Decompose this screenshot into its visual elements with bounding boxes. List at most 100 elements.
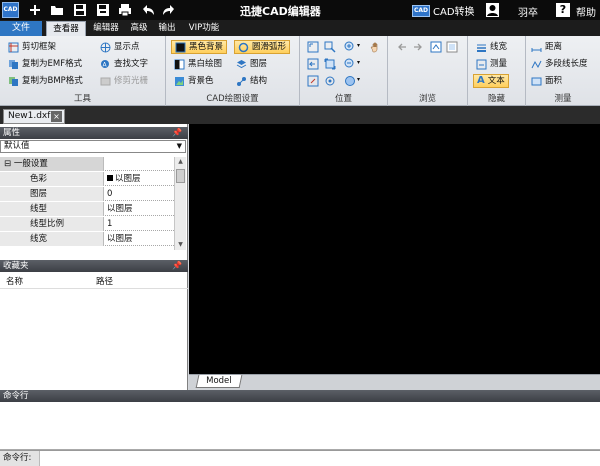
refresh-icon[interactable] — [430, 41, 442, 53]
save-icon[interactable] — [73, 3, 87, 17]
property-row[interactable]: 线宽 以图层 — [0, 232, 174, 246]
black-white-drawing-button[interactable]: 黑白绘图 — [174, 57, 222, 71]
print-icon[interactable] — [118, 3, 132, 17]
polyline-length-label: 多段线长度 — [545, 59, 588, 69]
tab-advanced[interactable]: 高级 — [126, 21, 152, 36]
zoom-window-icon[interactable] — [324, 41, 336, 53]
area-button[interactable]: 面积 — [531, 74, 562, 88]
properties-dropdown[interactable]: 默认值 ▼ — [0, 140, 186, 153]
new-file-icon[interactable] — [28, 3, 42, 17]
property-row[interactable]: 图层 0 — [0, 187, 174, 201]
fit-window-icon[interactable] — [307, 41, 319, 53]
text-toggle-button[interactable]: A 文本 — [473, 74, 509, 88]
collapse-icon[interactable]: ⊟ — [4, 159, 11, 169]
property-key: 色彩 — [0, 172, 104, 186]
back-arrow-icon[interactable] — [396, 41, 408, 53]
background-color-button[interactable]: 背景色 — [174, 74, 214, 88]
black-background-button[interactable]: 黑色背景 — [171, 40, 228, 54]
hide-group-label: 隐藏 — [487, 94, 505, 104]
property-value[interactable]: 以图层 — [105, 172, 141, 186]
property-group-row[interactable]: ⊟ 一般设置 — [0, 157, 174, 171]
save-as-icon[interactable] — [96, 3, 110, 17]
undo-icon[interactable] — [141, 3, 155, 17]
properties-panel-header: 属性 📌 — [0, 127, 188, 139]
scrollbar-thumb[interactable] — [176, 169, 185, 183]
scroll-down-icon[interactable]: ▼ — [175, 240, 186, 250]
3d-view-icon[interactable] — [344, 75, 356, 87]
property-value[interactable]: 0 — [105, 187, 112, 201]
property-value[interactable]: 1 — [105, 217, 112, 231]
distance-button[interactable]: 距离 — [531, 40, 562, 54]
zoom-in-dropdown-icon[interactable]: ▾ — [357, 42, 369, 54]
black-background-icon — [175, 42, 186, 52]
username[interactable]: 羽卒 — [518, 4, 538, 19]
forward-arrow-icon[interactable] — [412, 41, 424, 53]
structure-button[interactable]: 结构 — [236, 74, 267, 88]
command-input[interactable] — [42, 452, 597, 465]
orbit-icon[interactable] — [324, 75, 336, 87]
zoom-out-icon[interactable] — [344, 58, 356, 70]
close-tab-icon[interactable]: × — [51, 111, 62, 122]
zoom-in-icon[interactable] — [344, 41, 356, 53]
previous-view-icon[interactable] — [307, 58, 319, 70]
favorites-pin-icon[interactable]: 📌 — [172, 260, 182, 272]
property-row[interactable]: 色彩 以图层 — [0, 172, 174, 186]
tab-viewer[interactable]: 查看器 — [46, 21, 86, 36]
scroll-up-icon[interactable]: ▲ — [175, 157, 186, 167]
pan-hand-icon[interactable] — [370, 41, 382, 53]
help-link[interactable]: 帮助 — [576, 4, 596, 19]
browse-panel-icon[interactable] — [446, 41, 458, 53]
polyline-length-button[interactable]: 多段线长度 — [531, 57, 588, 71]
trim-raster-icon — [100, 77, 111, 85]
show-points-button[interactable]: 显示点 — [100, 40, 140, 54]
drawing-canvas[interactable] — [189, 124, 600, 374]
measure-group: 距离 多段线长度 面积 测量 — [526, 36, 600, 106]
fullscreen-icon[interactable] — [324, 58, 336, 70]
clip-frame-icon — [8, 42, 19, 52]
tab-output[interactable]: 输出 — [154, 21, 180, 36]
property-value[interactable]: 以图层 — [105, 202, 133, 216]
favorites-path-column[interactable]: 路径 — [96, 275, 113, 289]
model-tab[interactable]: Model — [195, 375, 242, 388]
tab-editor[interactable]: 编辑器 — [88, 21, 124, 36]
redo-icon[interactable] — [162, 3, 176, 17]
3d-view-dropdown-icon[interactable]: ▾ — [357, 76, 369, 88]
property-value[interactable]: 以图层 — [105, 232, 133, 246]
document-tab[interactable]: New1.dxf × — [3, 109, 65, 124]
trim-raster-button[interactable]: 修剪光栅 — [100, 74, 148, 88]
find-text-icon: A — [101, 59, 109, 68]
layers-label: 图层 — [250, 59, 268, 69]
clip-frame-label: 剪切框架 — [22, 42, 57, 52]
line-width-button[interactable]: 线宽 — [476, 40, 507, 54]
rotate-icon[interactable] — [307, 75, 319, 87]
cad-convert-button[interactable]: CAD CAD转换 — [412, 3, 475, 18]
copy-emf-button[interactable]: 复制为EMF格式 — [8, 57, 82, 71]
find-text-button[interactable]: A 查找文字 — [100, 57, 148, 71]
file-menu[interactable]: 文件 — [0, 21, 42, 36]
show-points-label: 显示点 — [114, 42, 140, 52]
favorites-name-column[interactable]: 名称 — [6, 275, 23, 289]
text-toggle-label: 文本 — [487, 76, 505, 86]
smooth-arc-button[interactable]: 圆滑弧形 — [234, 40, 291, 54]
smooth-arc-label: 圆滑弧形 — [252, 42, 287, 52]
open-folder-icon[interactable] — [50, 3, 64, 17]
tab-vip[interactable]: VIP功能 — [184, 21, 224, 36]
document-tab-strip: New1.dxf × — [0, 106, 600, 124]
help-icon[interactable]: ? — [556, 3, 570, 17]
user-avatar-icon[interactable] — [486, 3, 499, 17]
property-scrollbar[interactable]: ▲ ▼ — [174, 157, 186, 250]
clip-frame-button[interactable]: 剪切框架 — [8, 40, 56, 54]
command-line: 命令行: — [0, 450, 600, 466]
property-row[interactable]: 线型 以图层 — [0, 202, 174, 216]
measure-toggle-button[interactable]: 测量 — [476, 57, 507, 71]
property-key: 线宽 — [0, 232, 104, 246]
model-tab-label: Model — [206, 376, 232, 386]
property-row[interactable]: 线型比例 1 — [0, 217, 174, 231]
black-white-label: 黑白绘图 — [188, 59, 223, 69]
copy-bmp-button[interactable]: 复制为BMP格式 — [8, 74, 83, 88]
command-history — [0, 402, 600, 450]
layers-button[interactable]: 图层 — [236, 57, 267, 71]
zoom-out-dropdown-icon[interactable]: ▾ — [357, 59, 369, 71]
pin-icon[interactable]: 📌 — [172, 127, 182, 139]
find-text-label: 查找文字 — [114, 59, 149, 69]
